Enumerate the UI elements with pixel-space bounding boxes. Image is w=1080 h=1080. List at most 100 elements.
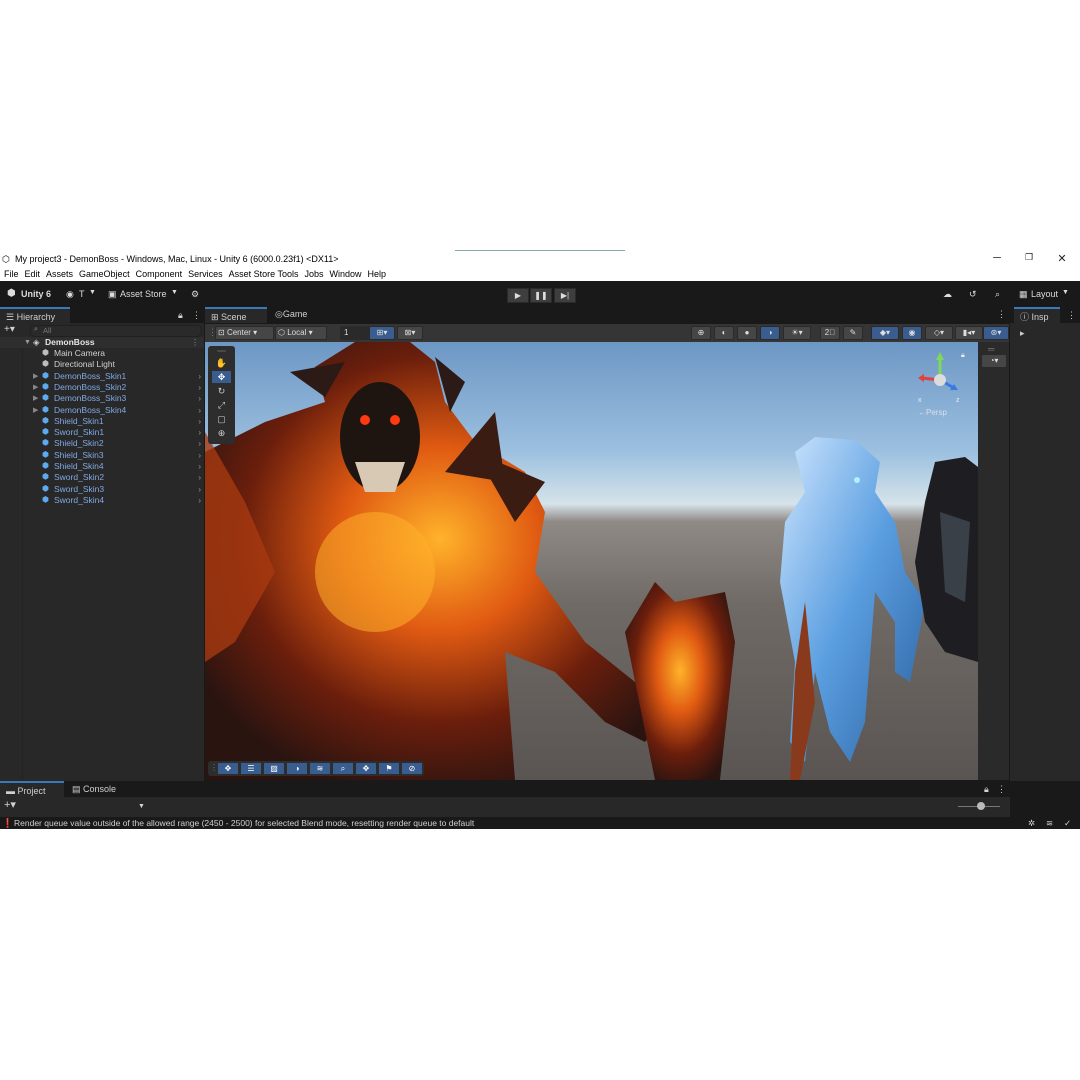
hatch-icon[interactable]: ▨ [264,763,284,774]
space-dropdown[interactable]: ⬡ Local ▾ [275,326,327,340]
gizmos-globe-icon[interactable]: ⊛▾ [983,326,1009,340]
layout-chevron-down-icon[interactable]: ▼ [1062,289,1069,296]
hierarchy-item[interactable]: ⬢ Main Camera [0,348,204,359]
tab-scroll-right-icon[interactable]: ▸ [1020,328,1025,338]
prefab-open-chevron-icon[interactable]: › [198,495,201,506]
project-chevron-down-icon[interactable]: ▼ [138,803,145,810]
hierarchy-search-input[interactable]: ⌕ All [30,325,202,337]
menu-services[interactable]: Services [188,267,223,281]
hierarchy-item[interactable]: ▶ ⬢ DemonBoss_Skin4 › [0,405,204,416]
menu-edit[interactable]: Edit [25,267,41,281]
gizmo-lock-icon[interactable]: 🔒︎ [961,352,965,360]
hierarchy-item[interactable]: ⬢ Sword_Skin2 › [0,472,204,483]
history-icon[interactable]: ↺ [969,289,977,300]
menu-file[interactable]: File [4,267,19,281]
hierarchy-scene-row[interactable]: ▼ ◈ DemonBoss ⋮ [0,337,204,348]
cloud-icon[interactable]: ☁ [943,289,952,300]
prefab-open-chevron-icon[interactable]: › [198,427,201,438]
audio-mute-icon[interactable]: ✎ [843,326,863,340]
rect-tool-icon[interactable]: ▢ [212,413,231,425]
progress-stack-icon[interactable]: ≋ [1046,817,1053,829]
camera-flag-icon[interactable]: ⚑ [379,763,399,774]
search-icon[interactable]: ⌕ [995,289,1000,300]
step-button[interactable]: ▶| [554,288,576,303]
expand-arrow-icon[interactable]: ▶ [33,393,38,404]
expand-arrow-icon[interactable]: ▶ [33,382,38,393]
wireframe-globe-icon[interactable]: ⊕ [691,326,711,340]
play-button[interactable]: ▶ [507,288,529,303]
layers-icon[interactable]: ≋ [310,763,330,774]
camera-settings-icon[interactable]: ▮◂▾ [955,326,983,340]
menu-assets[interactable]: Assets [46,267,73,281]
menu-gameobject[interactable]: GameObject [79,267,130,281]
icon-size-slider-thumb[interactable] [977,802,985,810]
compass-icon[interactable]: ⊘ [402,763,422,774]
grid-snap-icon[interactable]: ⊞▾ [369,326,395,340]
add-plus-icon[interactable]: +▾ [4,324,15,335]
prefab-open-chevron-icon[interactable]: › [198,393,201,404]
unity-version-label[interactable]: Unity 6 [21,289,51,299]
shaded-wireframe-icon[interactable]: ◐ [714,326,734,340]
close-button[interactable]: ✕ [1047,252,1077,265]
pan-icon[interactable]: ✥ [356,763,376,774]
account-icon[interactable]: ◉ [66,289,74,300]
asset-store-button[interactable]: Asset Store [120,289,167,299]
visibility-eye-icon[interactable]: ◉ [902,326,922,340]
scene-kebab-icon[interactable]: ⋮ [191,337,199,348]
hierarchy-item[interactable]: ⬢ Sword_Skin3 › [0,484,204,495]
hierarchy-item[interactable]: ⬢ Shield_Skin4 › [0,461,204,472]
settings-gear-icon[interactable]: ⚙ [191,289,199,300]
expand-arrow-icon[interactable]: ▶ [33,405,38,416]
2d-toggle-icon[interactable]: 2⃥ [820,326,840,340]
prefab-open-chevron-icon[interactable]: › [198,438,201,449]
menu-window[interactable]: Window [330,267,362,281]
scene-kebab-icon[interactable]: ⋮ [997,309,1006,320]
hierarchy-item[interactable]: ⬢ Shield_Skin1 › [0,416,204,427]
tab-console[interactable]: ▤ Console [72,784,116,795]
prefab-open-chevron-icon[interactable]: › [198,416,201,427]
moon-icon[interactable]: ◑ [287,763,307,774]
project-add-icon[interactable]: +▾ [4,798,16,811]
menu-help[interactable]: Help [368,267,387,281]
align-icon[interactable]: ☰ [241,763,261,774]
status-message[interactable]: Render queue value outside of the allowe… [14,817,474,829]
tab-hierarchy[interactable]: ☰ Hierarchy [0,307,70,323]
prefab-open-chevron-icon[interactable]: › [198,484,201,495]
hierarchy-item[interactable]: ⬢ Directional Light [0,359,204,370]
hierarchy-item[interactable]: ▶ ⬢ DemonBoss_Skin3 › [0,393,204,404]
transform-tool-icon[interactable]: ⊕ [212,427,231,439]
menu-component[interactable]: Component [136,267,183,281]
prefab-open-chevron-icon[interactable]: › [198,450,201,461]
perspective-label[interactable]: ←Persp [918,408,947,417]
orientation-gizmo[interactable]: x z ←Persp [910,350,970,420]
increment-snap-icon[interactable]: ⊠▾ [397,326,423,340]
account-chevron-down-icon[interactable]: ▼ [89,289,96,296]
prefab-open-chevron-icon[interactable]: › [198,382,201,393]
scale-tool-icon[interactable]: ⤢ [212,399,231,411]
hierarchy-item[interactable]: ⬢ Shield_Skin2 › [0,438,204,449]
tab-inspector[interactable]: ⓘ Insp ▸ [1014,307,1060,338]
effects-layers-icon[interactable]: ◆▾ [871,326,899,340]
hierarchy-item[interactable]: ⬢ Sword_Skin4 › [0,495,204,506]
inspector-kebab-icon[interactable]: ⋮ [1067,310,1076,321]
menu-asset-store-tools[interactable]: Asset Store Tools [229,267,299,281]
prefab-open-chevron-icon[interactable]: › [198,472,201,483]
kebab-menu-icon[interactable]: ⋮ [192,310,201,321]
minimize-button[interactable]: ─ [982,252,1012,264]
rotate-tool-icon[interactable]: ↻ [212,385,231,397]
bottom-kebab-icon[interactable]: ⋮ [997,784,1006,795]
hand-tool-icon[interactable]: ✋ [212,357,231,369]
prefab-open-chevron-icon[interactable]: › [198,371,201,382]
asset-store-chevron-down-icon[interactable]: ▼ [171,289,178,296]
lighting-sun-icon[interactable]: ☀▾ [783,326,811,340]
expand-arrow-icon[interactable]: ▶ [33,371,38,382]
shaded-sphere-icon[interactable]: ● [737,326,757,340]
debugger-bug-icon[interactable]: ✲ [1028,817,1035,829]
maximize-button[interactable]: ❐ [1014,252,1044,263]
hierarchy-item[interactable]: ⬢ Shield_Skin3 › [0,450,204,461]
orientation-toggle-icon[interactable]: ◔▾ [981,354,1007,368]
move-handle-icon[interactable]: ✥ [218,763,238,774]
prefab-open-chevron-icon[interactable]: › [198,405,201,416]
menu-jobs[interactable]: Jobs [305,267,324,281]
layout-dropdown[interactable]: Layout [1031,289,1058,299]
